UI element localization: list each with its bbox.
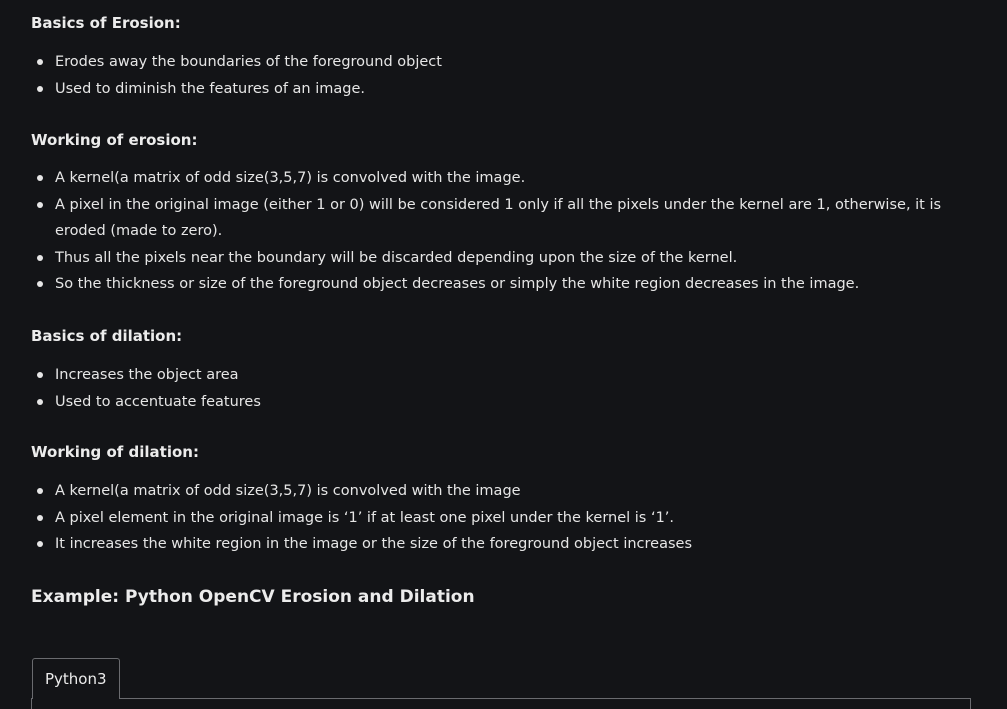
heading-basics-of-dilation: Basics of dilation: <box>31 327 183 345</box>
heading-basics-of-erosion: Basics of Erosion: <box>31 14 181 32</box>
list-item: A kernel(a matrix of odd size(3,5,7) is … <box>31 478 971 505</box>
heading-example: Example: Python OpenCV Erosion and Dilat… <box>31 587 475 607</box>
list-item: Increases the object area <box>31 362 971 389</box>
list-basics-of-dilation: Increases the object area Used to accent… <box>31 362 971 415</box>
list-basics-of-erosion: Erodes away the boundaries of the foregr… <box>31 49 971 102</box>
list-working-of-dilation: A kernel(a matrix of odd size(3,5,7) is … <box>31 478 971 558</box>
tab-python3[interactable]: Python3 <box>32 658 120 699</box>
list-item: Thus all the pixels near the boundary wi… <box>31 245 971 272</box>
list-item: A pixel in the original image (either 1 … <box>31 192 971 245</box>
list-item: Used to diminish the features of an imag… <box>31 76 971 103</box>
list-item: Used to accentuate features <box>31 389 971 416</box>
article-content: Basics of Erosion: Erodes away the bound… <box>0 0 1007 709</box>
heading-working-of-erosion: Working of erosion: <box>31 131 198 149</box>
code-tabs: Python3 <box>31 657 971 709</box>
list-item: It increases the white region in the ima… <box>31 531 971 558</box>
list-item: A kernel(a matrix of odd size(3,5,7) is … <box>31 165 971 192</box>
list-item: So the thickness or size of the foregrou… <box>31 271 971 298</box>
list-item: A pixel element in the original image is… <box>31 505 971 532</box>
list-working-of-erosion: A kernel(a matrix of odd size(3,5,7) is … <box>31 165 971 298</box>
code-panel <box>31 698 971 709</box>
heading-working-of-dilation: Working of dilation: <box>31 443 199 461</box>
list-item: Erodes away the boundaries of the foregr… <box>31 49 971 76</box>
